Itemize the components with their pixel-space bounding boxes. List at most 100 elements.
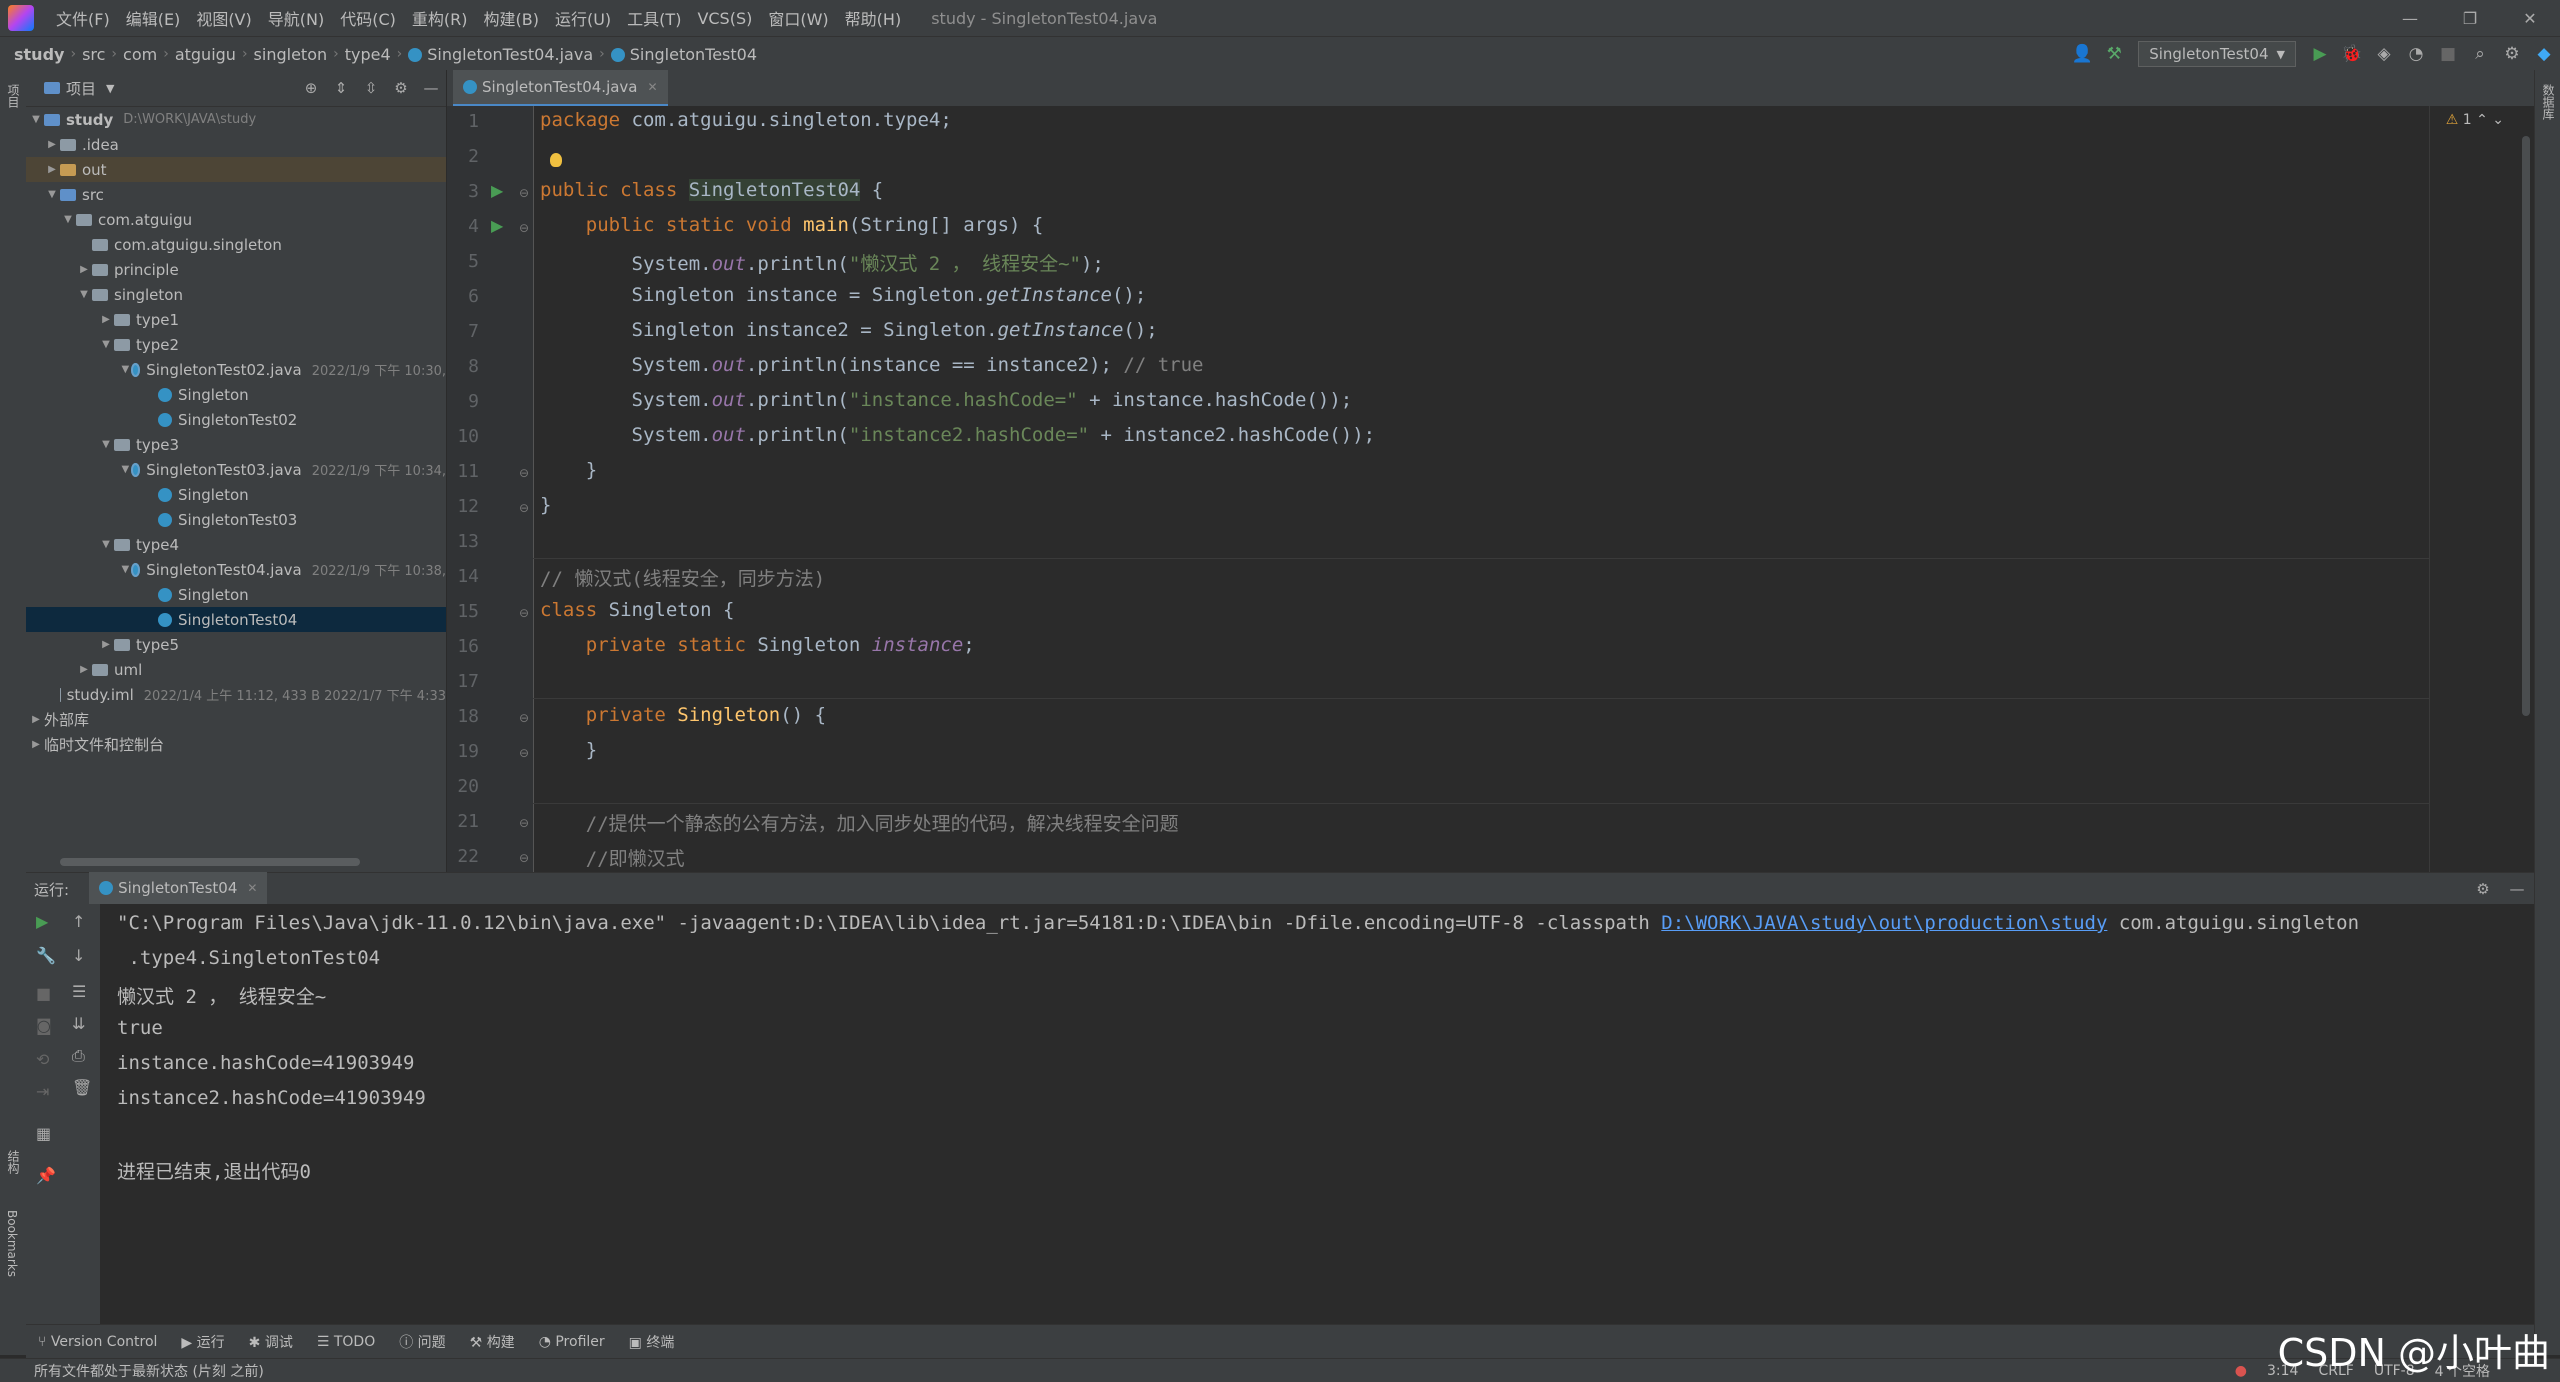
chevron-right-icon[interactable]: ▶ (76, 664, 92, 675)
menu-refactor[interactable]: 重构(R) (404, 6, 476, 30)
chevron-down-icon[interactable]: ▼ (28, 114, 44, 125)
fold-icon[interactable]: ⊖ (519, 746, 529, 760)
tree-item-type5[interactable]: ▶ type5 (26, 632, 446, 657)
breadcrumb-singleton[interactable]: singleton (248, 45, 334, 64)
chevron-down-icon[interactable]: ▼ (120, 364, 131, 375)
menu-help[interactable]: 帮助(H) (837, 6, 910, 30)
user-icon[interactable]: 👤 (2066, 44, 2098, 64)
coverage-icon[interactable]: ◈ (2368, 44, 2400, 64)
soft-wrap-icon[interactable]: ☰ (72, 982, 86, 1001)
tab-singletontest04-java[interactable]: SingletonTest04.java ✕ (453, 70, 668, 107)
tool-todo[interactable]: ☰ TODO (305, 1334, 387, 1350)
profile-icon[interactable]: ◔ (2400, 44, 2432, 64)
tree-item-type3[interactable]: ▼ type3 (26, 432, 446, 457)
fold-icon[interactable]: ⊖ (519, 606, 529, 620)
debug-icon[interactable]: 🐞 (2336, 44, 2368, 64)
tree-item-scratches[interactable]: ▶ 临时文件和控制台 (26, 732, 446, 757)
tree-item-idea[interactable]: ▶ .idea (26, 132, 446, 157)
classpath-link[interactable]: D:\WORK\JAVA\study\out\production\study (1661, 912, 2107, 934)
project-horizontal-scrollbar[interactable] (60, 858, 360, 866)
chevron-right-icon[interactable]: ▶ (98, 314, 114, 325)
tree-item-singletontest04-java[interactable]: ▼ SingletonTest04.java 2022/1/9 下午 10:38, (26, 557, 446, 582)
menu-run[interactable]: 运行(U) (547, 6, 619, 30)
run-console[interactable]: "C:\Program Files\Java\jdk-11.0.12\bin\j… (100, 904, 2534, 1324)
tree-item-type4[interactable]: ▼ type4 (26, 532, 446, 557)
tree-item-src[interactable]: ▼ src (26, 182, 446, 207)
tree-item-study-iml[interactable]: study.iml 2022/1/4 上午 11:12, 433 B 2022/1… (26, 682, 446, 707)
fold-icon[interactable]: ⊖ (519, 466, 529, 480)
close-tab-icon[interactable]: ✕ (247, 881, 257, 895)
wrench-icon[interactable]: 🔧 (36, 946, 56, 965)
gear-icon[interactable]: ⚙ (2496, 44, 2528, 64)
tree-item-singletontest02-java[interactable]: ▼ SingletonTest02.java 2022/1/9 下午 10:30, (26, 357, 446, 382)
tool-terminal[interactable]: ▣ 终端 (617, 1332, 687, 1352)
close-tab-icon[interactable]: ✕ (648, 80, 658, 94)
breadcrumb-type4[interactable]: type4 (339, 45, 397, 64)
run-gutter-icon[interactable]: ▶ (491, 181, 503, 200)
tree-item-singleton-class[interactable]: Singleton (26, 382, 446, 407)
gear-icon[interactable]: ⚙ (2466, 880, 2500, 898)
tool-run[interactable]: ▶ 运行 (169, 1332, 236, 1352)
chevron-right-icon[interactable]: ▶ (28, 739, 44, 750)
tree-item-singletontest03-java[interactable]: ▼ SingletonTest03.java 2022/1/9 下午 10:34, (26, 457, 446, 482)
chevron-down-icon[interactable]: ▼ (98, 439, 114, 450)
camera-icon[interactable]: ◙ (36, 1016, 52, 1035)
tool-profiler[interactable]: ◔ Profiler (527, 1334, 617, 1350)
code-editor[interactable]: 1 2 3 4 5 6 7 8 9 10 11 12 13 14 15 16 1… (447, 106, 2534, 872)
chevron-down-icon[interactable]: ▼ (98, 339, 114, 350)
bookmarks-tool-button[interactable]: Bookmarks (5, 1210, 19, 1277)
fold-icon[interactable]: ⊖ (519, 851, 529, 865)
scroll-to-end-icon[interactable]: ⇊ (72, 1014, 85, 1033)
tool-build[interactable]: ⚒ 构建 (458, 1332, 527, 1352)
breadcrumb-atguigu[interactable]: atguigu (169, 45, 242, 64)
expand-all-icon[interactable]: ⇕ (326, 79, 356, 97)
tree-item-external-libraries[interactable]: ▶ 外部库 (26, 707, 446, 732)
chevron-right-icon[interactable]: ▶ (98, 639, 114, 650)
tree-item-uml[interactable]: ▶ uml (26, 657, 446, 682)
locate-icon[interactable]: ⊕ (296, 79, 326, 97)
error-icon[interactable]: ● (2225, 1363, 2257, 1379)
fold-icon[interactable]: ⊖ (519, 816, 529, 830)
menu-file[interactable]: 文件(F) (48, 6, 118, 30)
down-arrow-icon[interactable]: ↓ (72, 946, 85, 965)
tree-item-singleton[interactable]: ▼ singleton (26, 282, 446, 307)
hide-icon[interactable]: — (416, 79, 446, 97)
menu-view[interactable]: 视图(V) (188, 6, 259, 30)
chevron-down-icon[interactable]: ▼ (120, 564, 131, 575)
chevron-down-icon[interactable]: ▼ (44, 189, 60, 200)
chevron-down-icon[interactable]: ▼ (106, 82, 114, 95)
tree-item-principle[interactable]: ▶ principle (26, 257, 446, 282)
chevron-down-icon[interactable]: ▼ (98, 539, 114, 550)
structure-tool-button[interactable]: 结构 (5, 1150, 22, 1174)
search-icon[interactable]: ⌕ (2464, 44, 2496, 64)
run-gutter-icon[interactable]: ▶ (491, 216, 503, 235)
menu-build[interactable]: 构建(B) (476, 6, 547, 30)
restore-icon[interactable]: ❐ (2440, 0, 2500, 36)
chevron-right-icon[interactable]: ▶ (44, 139, 60, 150)
menu-edit[interactable]: 编辑(E) (118, 6, 189, 30)
menu-code[interactable]: 代码(C) (332, 6, 404, 30)
chevron-down-icon[interactable]: ⌄ (2492, 112, 2504, 128)
build-hammer-icon[interactable]: ⚒ (2098, 44, 2130, 64)
run-tab-singletontest04[interactable]: SingletonTest04 ✕ (89, 871, 268, 907)
collapse-all-icon[interactable]: ⇳ (356, 79, 386, 97)
stop-icon[interactable]: ■ (36, 984, 51, 1003)
print-icon[interactable]: ⎙ (72, 1046, 85, 1066)
close-icon[interactable]: ✕ (2500, 0, 2560, 36)
inspection-widget[interactable]: ⚠ 1 ⌃ ⌄ (2446, 112, 2504, 128)
tree-item-com-atguigu[interactable]: ▼ com.atguigu (26, 207, 446, 232)
chevron-right-icon[interactable]: ▶ (76, 264, 92, 275)
stop-icon[interactable]: ■ (2432, 44, 2464, 64)
fold-icon[interactable]: ⊖ (519, 501, 529, 515)
tree-item-singleton-class[interactable]: Singleton (26, 582, 446, 607)
tool-problems[interactable]: ⓘ 问题 (387, 1332, 457, 1352)
tree-item-out[interactable]: ▶ out (26, 157, 446, 182)
minimize-icon[interactable]: — (2380, 0, 2440, 36)
tree-item-singletontest02[interactable]: SingletonTest02 (26, 407, 446, 432)
layout-icon[interactable]: ▦ (36, 1124, 51, 1143)
up-arrow-icon[interactable]: ↑ (72, 912, 85, 931)
chevron-right-icon[interactable]: ▶ (44, 164, 60, 175)
menu-tools[interactable]: 工具(T) (619, 6, 689, 30)
fold-icon[interactable]: ⊖ (519, 221, 529, 235)
breadcrumb-src[interactable]: src (76, 45, 111, 64)
